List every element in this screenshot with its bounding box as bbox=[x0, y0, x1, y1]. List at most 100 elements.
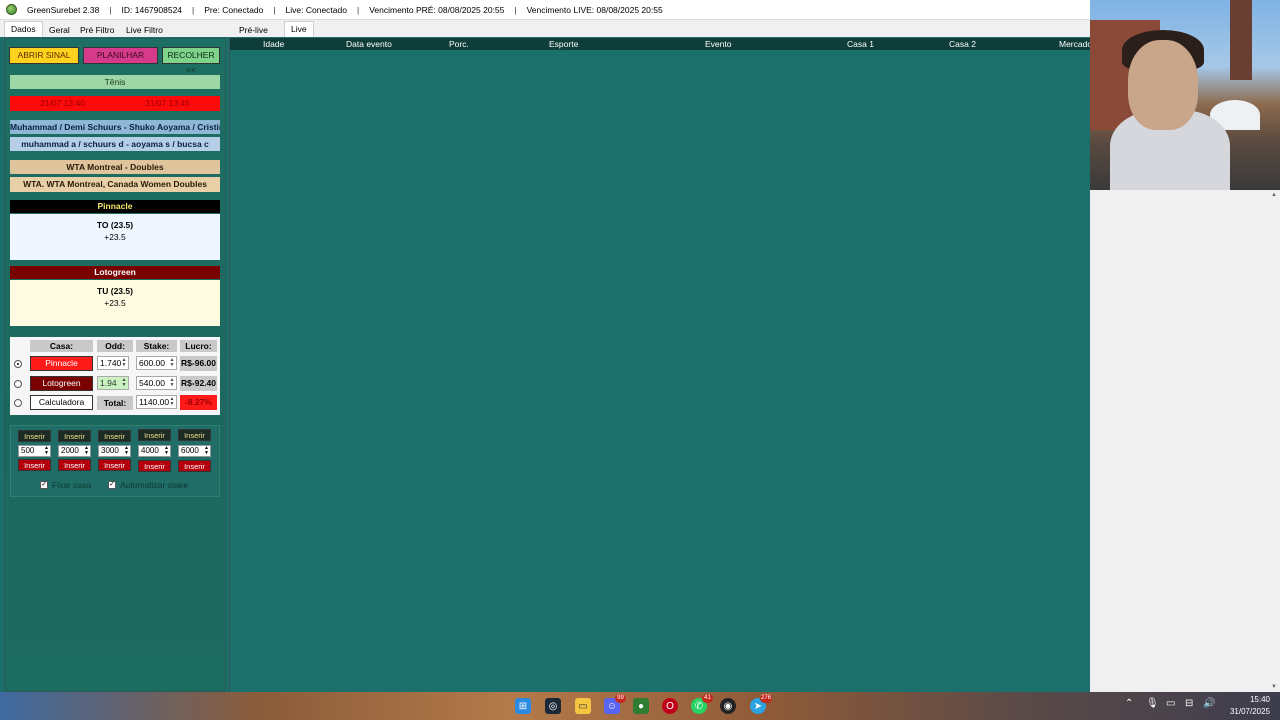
col-casa1[interactable]: Casa 1 bbox=[847, 39, 874, 49]
file-explorer-icon[interactable]: ▭ bbox=[575, 698, 591, 714]
system-clock[interactable]: 15:40 31/07/2025 bbox=[1230, 694, 1270, 718]
discord-icon[interactable]: ☺ 99 bbox=[604, 694, 626, 714]
col-porc[interactable]: Porc. bbox=[449, 39, 469, 49]
spinner-arrows-icon[interactable]: ▲ ▼ bbox=[121, 358, 127, 368]
spinner-arrows-icon[interactable]: ▲ ▼ bbox=[124, 446, 129, 456]
col-casa2[interactable]: Casa 2 bbox=[949, 39, 976, 49]
remove-2000-button[interactable]: Inserir bbox=[58, 459, 91, 471]
display-icon[interactable]: ▭ bbox=[1166, 698, 1175, 709]
col-mercado[interactable]: Mercado bbox=[1059, 39, 1092, 49]
col-esporte[interactable]: Esporte bbox=[549, 39, 578, 49]
bet1-card: TO (23.5) +23.5 bbox=[10, 214, 220, 260]
select-house-2-radio[interactable] bbox=[14, 380, 22, 388]
user-id: ID: 1467908524 bbox=[121, 4, 183, 15]
tab-pre-filtro[interactable]: Pré Filtro bbox=[74, 23, 120, 39]
insert-2000-button[interactable]: Inserir bbox=[58, 430, 91, 442]
tab-geral[interactable]: Geral bbox=[43, 23, 76, 39]
odd-2-input[interactable]: 1.94 ▲ ▼ bbox=[97, 376, 129, 390]
vertical-scrollbar[interactable]: ▲ ▼ bbox=[1268, 190, 1280, 692]
sport-label: Tênis bbox=[10, 75, 220, 89]
obs-icon[interactable]: ◉ bbox=[720, 698, 736, 714]
opera-icon[interactable]: O bbox=[662, 698, 678, 714]
clock-date: 31/07/2025 bbox=[1229, 707, 1270, 716]
total-stake-input[interactable]: 1140.00 ▲ ▼ bbox=[136, 395, 177, 409]
col-data-evento[interactable]: Data evento bbox=[346, 39, 392, 49]
planilhar-button[interactable]: PLANILHAR bbox=[83, 47, 158, 64]
col-evento[interactable]: Evento bbox=[705, 39, 731, 49]
insert-6000-button[interactable]: Inserir bbox=[178, 429, 211, 441]
separator: | bbox=[109, 4, 112, 15]
house-2-button[interactable]: Lotogreen bbox=[30, 376, 93, 391]
house-1-button[interactable]: Pinnacle bbox=[30, 356, 93, 371]
insert-500-button[interactable]: Inserir bbox=[18, 430, 51, 442]
odd-1-input[interactable]: 1.740 ▲ ▼ bbox=[97, 356, 129, 370]
tab-dados[interactable]: Dados bbox=[4, 21, 43, 37]
volume-icon[interactable]: 🔊 bbox=[1203, 698, 1215, 709]
remove-500-button[interactable]: Inserir bbox=[18, 459, 51, 471]
network-icon[interactable]: ⊟ bbox=[1185, 698, 1193, 709]
quick-value-2-text: 2000 bbox=[61, 446, 79, 455]
event-name-alt: muhammad a / schuurs d - aoyama s / bucs… bbox=[10, 137, 220, 151]
telegram-icon[interactable]: ➤ 276 bbox=[750, 694, 772, 714]
surebet-grid[interactable]: Idade Data evento Porc. Esporte Evento C… bbox=[229, 38, 1092, 692]
col-stake: Stake: bbox=[136, 340, 177, 352]
spinner-arrows-icon[interactable]: ▲ ▼ bbox=[169, 358, 175, 368]
clock-time: 15:40 bbox=[1249, 695, 1270, 704]
tab-live-filtro[interactable]: Live Filtro bbox=[120, 23, 169, 39]
quick-value-3[interactable]: 3000 ▲ ▼ bbox=[98, 445, 131, 457]
automatizar-stake-checkbox[interactable]: ✓ bbox=[108, 481, 116, 489]
quick-value-2[interactable]: 2000 ▲ ▼ bbox=[58, 445, 91, 457]
scroll-down-icon[interactable]: ▼ bbox=[1271, 684, 1277, 690]
app-greensurebet-icon[interactable]: ● bbox=[633, 698, 649, 714]
calculator-button[interactable]: Calculadora bbox=[30, 395, 93, 410]
quick-stake-panel: Inserir Inserir Inserir Inserir Inserir … bbox=[10, 425, 220, 497]
stake-1-input[interactable]: 600.00 ▲ ▼ bbox=[136, 356, 177, 370]
signal-panel: ABRIR SINAL PLANILHAR RECOLHER << Tênis … bbox=[4, 38, 226, 692]
collapse-button[interactable]: RECOLHER << bbox=[162, 47, 220, 75]
insert-3000-button[interactable]: Inserir bbox=[98, 430, 131, 442]
separator: | bbox=[514, 4, 517, 15]
pre-status: Pre: Conectado bbox=[204, 4, 264, 15]
tabs-row: Dados Geral Pré Filtro Live Filtro Pré-l… bbox=[0, 20, 1090, 37]
fixar-casa-label: Fixar casa bbox=[52, 480, 92, 490]
expiry-live: Vencimento LIVE: 08/08/2025 20:55 bbox=[526, 4, 663, 15]
stake-2-input[interactable]: 540.00 ▲ ▼ bbox=[136, 376, 177, 390]
grid-header: Idade Data evento Porc. Esporte Evento C… bbox=[230, 38, 1092, 50]
col-idade[interactable]: Idade bbox=[263, 39, 284, 49]
fixar-casa-checkbox[interactable]: ✓ bbox=[40, 481, 48, 489]
tab-pre-live[interactable]: Pré-live bbox=[233, 23, 274, 39]
insert-4000-button[interactable]: Inserir bbox=[138, 429, 171, 441]
bet1-market: TO (23.5) bbox=[96, 220, 134, 230]
microphone-icon[interactable]: 🎙 bbox=[1146, 698, 1159, 709]
scroll-up-icon[interactable]: ▲ bbox=[1271, 192, 1277, 198]
spinner-arrows-icon[interactable]: ▲ ▼ bbox=[121, 378, 127, 388]
quick-value-4[interactable]: 4000 ▲ ▼ bbox=[138, 445, 171, 457]
remove-4000-button[interactable]: Inserir bbox=[138, 460, 171, 472]
event-name: Muhammad / Demi Schuurs - Shuko Aoyama /… bbox=[10, 120, 220, 134]
quick-value-4-text: 4000 bbox=[141, 446, 159, 455]
telegram-badge: 276 bbox=[759, 694, 772, 703]
spinner-arrows-icon[interactable]: ▲ ▼ bbox=[204, 446, 209, 456]
whatsapp-icon[interactable]: ✆ 41 bbox=[691, 694, 713, 714]
steam-icon[interactable]: ◎ bbox=[545, 698, 561, 714]
quick-value-1[interactable]: 500 ▲ ▼ bbox=[18, 445, 51, 457]
spinner-arrows-icon[interactable]: ▲ ▼ bbox=[44, 446, 49, 456]
tab-live[interactable]: Live bbox=[284, 21, 314, 37]
webcam-overlay bbox=[1090, 0, 1280, 190]
select-house-1-radio[interactable] bbox=[14, 360, 22, 368]
bet2-line: +23.5 bbox=[104, 298, 126, 308]
select-calculator-radio[interactable] bbox=[14, 399, 22, 407]
spinner-arrows-icon[interactable]: ▲ ▼ bbox=[169, 378, 175, 388]
profit-1: R$-96.00 bbox=[180, 356, 217, 371]
spinner-arrows-icon[interactable]: ▲ ▼ bbox=[84, 446, 89, 456]
tray-chevron-icon[interactable]: ⌃ bbox=[1125, 698, 1133, 709]
remove-3000-button[interactable]: Inserir bbox=[98, 459, 131, 471]
league-name: WTA Montreal - Doubles bbox=[10, 160, 220, 174]
start-icon[interactable]: ⊞ bbox=[515, 698, 531, 714]
spinner-arrows-icon[interactable]: ▲ ▼ bbox=[164, 446, 169, 456]
open-signal-button[interactable]: ABRIR SINAL bbox=[9, 47, 79, 64]
app-logo-icon bbox=[6, 4, 17, 15]
remove-6000-button[interactable]: Inserir bbox=[178, 460, 211, 472]
quick-value-5[interactable]: 6000 ▲ ▼ bbox=[178, 445, 211, 457]
spinner-arrows-icon[interactable]: ▲ ▼ bbox=[169, 397, 175, 407]
